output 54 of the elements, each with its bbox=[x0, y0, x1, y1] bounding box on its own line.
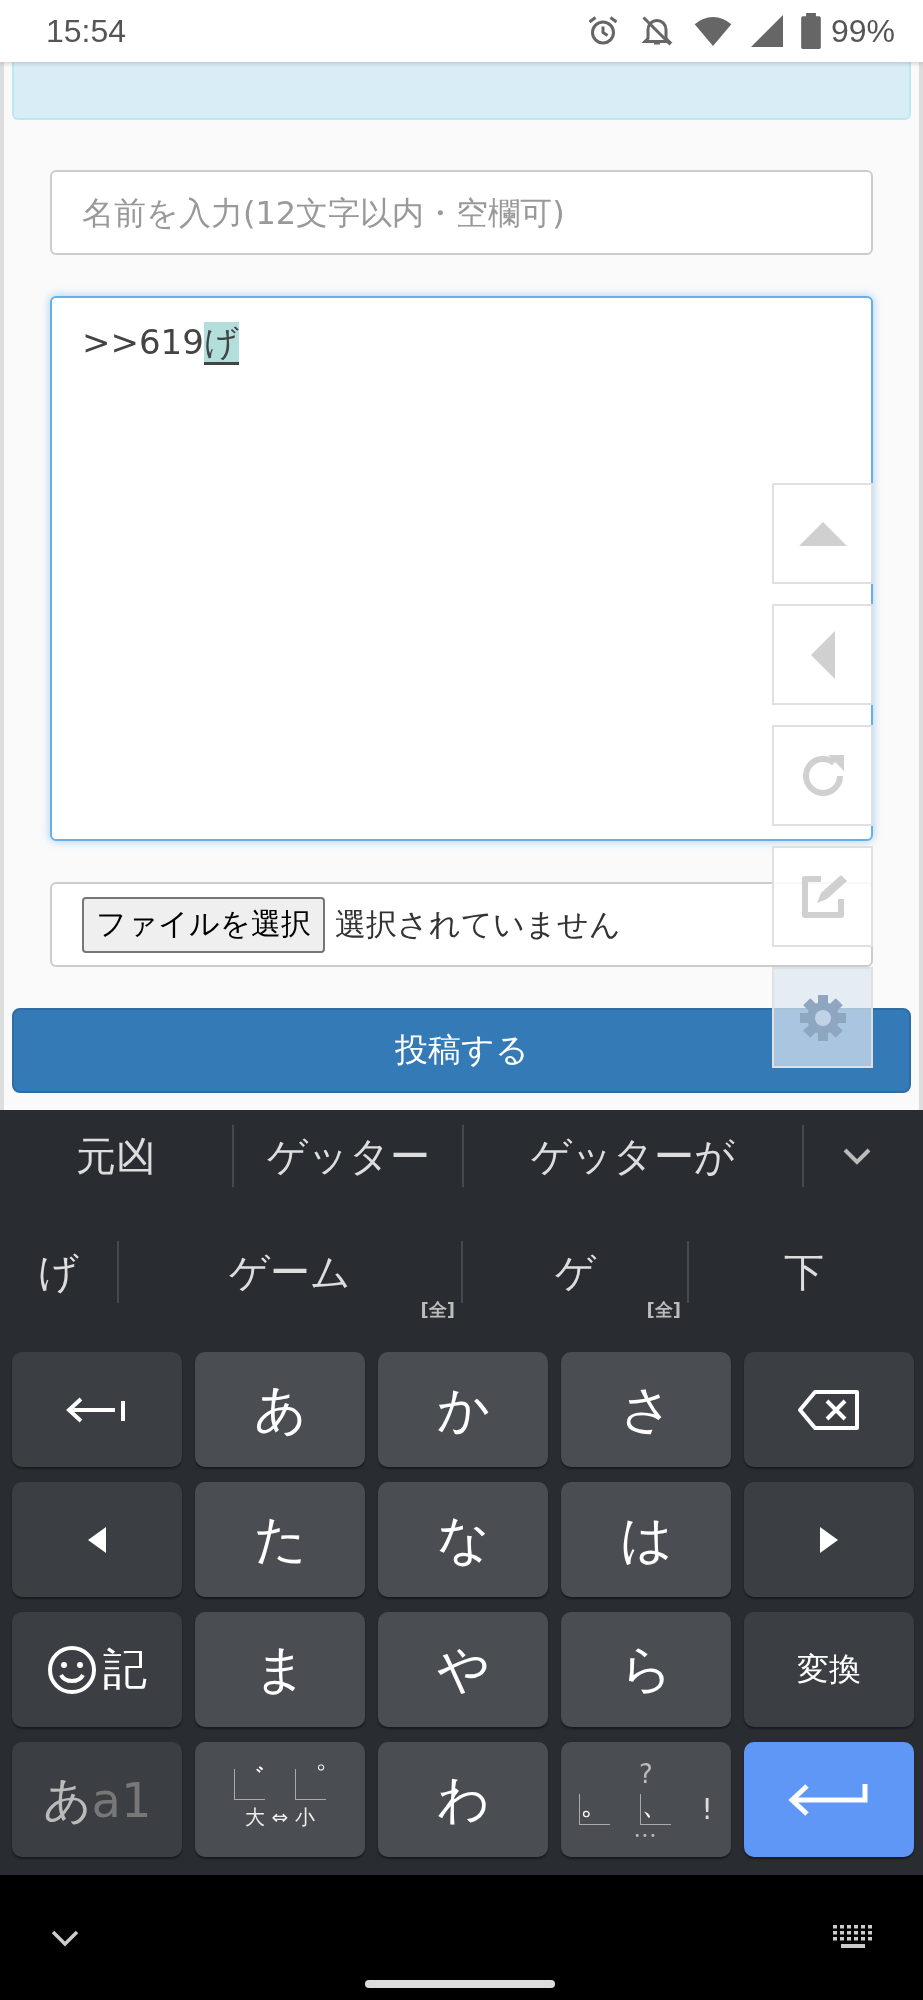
kana-key[interactable]: た bbox=[195, 1482, 365, 1597]
triangle-left-icon bbox=[88, 1526, 106, 1553]
back-button[interactable] bbox=[772, 604, 873, 705]
signal-icon bbox=[750, 15, 783, 47]
full-width-tag: [全] bbox=[420, 1298, 455, 1322]
punctuation-key[interactable]: ? 。 、 ! ••• bbox=[561, 1742, 731, 1857]
battery-percent: 99% bbox=[830, 12, 895, 50]
triangle-up-icon bbox=[797, 520, 848, 547]
conversion-word[interactable]: 下 bbox=[784, 1244, 824, 1300]
wifi-icon bbox=[692, 14, 733, 48]
kana-key[interactable]: や bbox=[378, 1612, 548, 1727]
candidate-word[interactable]: ゲッターが bbox=[464, 1128, 802, 1184]
expand-chevron-icon[interactable] bbox=[842, 1147, 872, 1165]
clock-time: 15:54 bbox=[46, 12, 127, 50]
kana-key[interactable]: さ bbox=[561, 1352, 731, 1467]
input-mode-key[interactable]: あa1 bbox=[12, 1742, 182, 1857]
reload-button[interactable] bbox=[772, 725, 873, 826]
submit-button[interactable]: 投稿する bbox=[12, 1008, 911, 1093]
backspace-icon bbox=[797, 1388, 861, 1431]
dakuten-key[interactable]: ゛ ゜ 大 ⇔ 小 bbox=[195, 1742, 365, 1857]
conversion-word[interactable]: ゲ bbox=[554, 1244, 596, 1300]
name-field[interactable]: 名前を入力(12文字以内・空欄可) bbox=[50, 170, 873, 255]
battery-icon bbox=[800, 13, 821, 49]
home-handle[interactable] bbox=[365, 1980, 555, 1988]
candidate-word[interactable]: 元凶 bbox=[0, 1128, 232, 1184]
enter-key[interactable] bbox=[744, 1742, 914, 1857]
kana-key[interactable]: な bbox=[378, 1482, 548, 1597]
edit-button[interactable] bbox=[772, 846, 873, 947]
candidate-word[interactable]: ゲッター bbox=[234, 1128, 462, 1184]
message-field[interactable]: >>619げ bbox=[50, 296, 873, 841]
backspace-key[interactable] bbox=[744, 1352, 914, 1467]
settings-button[interactable] bbox=[772, 967, 873, 1068]
settings-icon bbox=[797, 992, 848, 1043]
kana-key[interactable]: は bbox=[561, 1482, 731, 1597]
file-status-text: 選択されていません bbox=[335, 904, 621, 944]
full-width-tag: [全] bbox=[646, 1298, 681, 1322]
keyboard-icon[interactable] bbox=[833, 1924, 873, 1951]
triangle-left-icon bbox=[809, 629, 836, 680]
emoji-symbol-key[interactable]: 記 bbox=[12, 1612, 182, 1727]
kana-key[interactable]: ま bbox=[195, 1612, 365, 1727]
kana-key[interactable]: か bbox=[378, 1352, 548, 1467]
kana-key[interactable]: ら bbox=[561, 1612, 731, 1727]
return-arrow-icon bbox=[787, 1781, 871, 1818]
kana-key[interactable]: わ bbox=[378, 1742, 548, 1857]
conversion-word[interactable]: げ bbox=[38, 1244, 79, 1300]
hide-keyboard-icon[interactable] bbox=[50, 1928, 80, 1947]
triangle-right-icon bbox=[820, 1526, 838, 1553]
conversion-word[interactable]: ゲーム bbox=[229, 1244, 351, 1300]
kana-key[interactable]: あ bbox=[195, 1352, 365, 1467]
cursor-back-key[interactable] bbox=[12, 1352, 182, 1467]
convert-key[interactable]: 変換 bbox=[744, 1612, 914, 1727]
scroll-up-button[interactable] bbox=[772, 483, 873, 584]
smiley-icon bbox=[47, 1644, 97, 1695]
choose-file-button[interactable]: ファイルを選択 bbox=[82, 896, 325, 953]
